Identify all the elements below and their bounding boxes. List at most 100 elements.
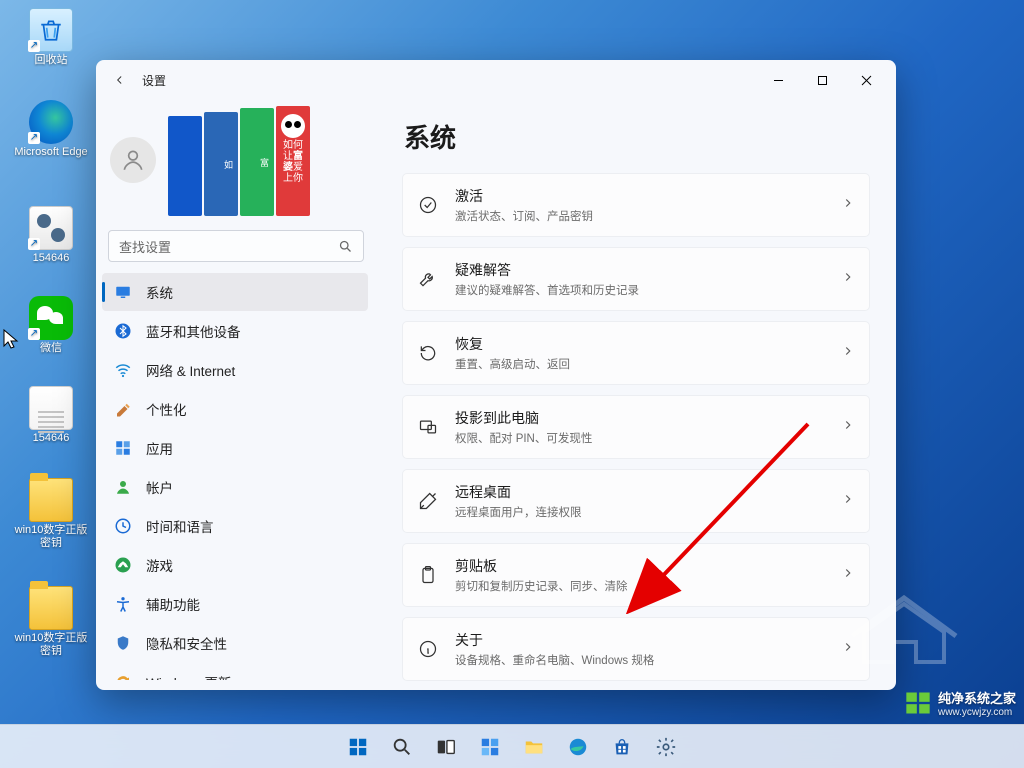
settings-card-about[interactable]: 关于 设备规格、重命名电脑、Windows 规格 [402,617,870,681]
card-text: 剪贴板 剪切和复制历史记录、同步、清除 [455,556,825,594]
settings-card-recover[interactable]: 恢复 重置、高级启动、返回 [402,321,870,385]
settings-card-project[interactable]: 投影到此电脑 权限、配对 PIN、可发现性 [402,395,870,459]
card-desc: 设备规格、重命名电脑、Windows 规格 [455,652,825,668]
nav-list: 系统蓝牙和其他设备网络 & Internet 个性化应用帐户时间和语言游戏辅助功能… [102,272,370,680]
desktop-icon-recycle-bin[interactable]: 回收站 [14,8,88,67]
edge-icon [29,100,73,144]
text-file-icon [29,386,73,430]
card-title: 关于 [455,630,825,650]
desktop-icon-edge[interactable]: Microsoft Edge [14,100,88,159]
desktop-icon-folder2[interactable]: win10数字正版密钥 [14,586,88,658]
windows-logo-icon [904,689,932,717]
sidebar-item-wifi[interactable]: 网络 & Internet [102,351,368,389]
sidebar-item-label: 隐私和安全性 [146,633,227,653]
sidebar-item-personalize[interactable]: 个性化 [102,390,368,428]
house-watermark-icon [844,592,964,672]
time-icon [114,517,132,535]
search-input[interactable]: 查找设置 [108,230,364,262]
desktop-icon-txt[interactable]: 154646 [14,386,88,445]
card-title: 剪贴板 [455,556,825,576]
watermark-title: 纯净系统之家 [938,688,1016,707]
card-title: 远程桌面 [455,482,825,502]
system-icon [114,283,132,301]
desktop-icon-folder1[interactable]: win10数字正版密钥 [14,478,88,550]
edge-button[interactable] [559,728,597,766]
chevron-right-icon [841,270,855,289]
about-icon [417,638,439,660]
desktop-icon-label: 154646 [33,432,70,445]
sidebar-item-label: 个性化 [146,399,187,419]
sidebar: 如 富 如何让富婆爱上你 查找设置 系统蓝牙和其他设备网络 & Internet… [96,100,376,690]
taskbar-search-button[interactable] [383,728,421,766]
sidebar-item-apps[interactable]: 应用 [102,429,368,467]
card-desc: 剪切和复制历史记录、同步、清除 [455,578,825,594]
card-text: 投影到此电脑 权限、配对 PIN、可发现性 [455,408,825,446]
sidebar-item-accessibility[interactable]: 辅助功能 [102,585,368,623]
sidebar-item-label: 应用 [146,438,173,458]
search-icon [338,239,353,254]
card-desc: 权限、配对 PIN、可发现性 [455,430,825,446]
watermark-badge: 纯净系统之家 www.ycwjzy.com [904,688,1016,718]
card-text: 疑难解答 建议的疑难解答、首选项和历史记录 [455,260,825,298]
chevron-right-icon [841,196,855,215]
sidebar-item-time[interactable]: 时间和语言 [102,507,368,545]
desktop-icon-label: win10数字正版密钥 [14,524,88,550]
store-button[interactable] [603,728,641,766]
titlebar[interactable]: 设置 [96,60,896,100]
card-desc: 远程桌面用户，连接权限 [455,504,825,520]
desktop-icon-label: Microsoft Edge [14,146,87,159]
card-desc: 建议的疑难解答、首选项和历史记录 [455,282,825,298]
card-title: 激活 [455,186,825,206]
sidebar-item-system[interactable]: 系统 [102,273,368,311]
settings-card-clip[interactable]: 剪贴板 剪切和复制历史记录、同步、清除 [402,543,870,607]
sidebar-item-privacy[interactable]: 隐私和安全性 [102,624,368,662]
start-button[interactable] [339,728,377,766]
sidebar-item-account[interactable]: 帐户 [102,468,368,506]
sidebar-item-label: 蓝牙和其他设备 [146,321,241,341]
apps-icon [114,439,132,457]
card-title: 恢复 [455,334,825,354]
sidebar-item-label: 时间和语言 [146,516,214,536]
sidebar-item-bluetooth[interactable]: 蓝牙和其他设备 [102,312,368,350]
settings-taskbar-button[interactable] [647,728,685,766]
project-icon [417,416,439,438]
wechat-icon [29,296,73,340]
sidebar-item-label: 帐户 [146,477,173,497]
personalize-icon [114,400,132,418]
settings-card-wrench[interactable]: 疑难解答 建议的疑难解答、首选项和历史记录 [402,247,870,311]
settings-card-check[interactable]: 激活 激活状态、订阅、产品密钥 [402,173,870,237]
widgets-button[interactable] [471,728,509,766]
sidebar-item-gaming[interactable]: 游戏 [102,546,368,584]
update-icon [114,673,132,680]
minimize-button[interactable] [756,64,800,96]
account-header[interactable]: 如 富 如何让富婆爱上你 [102,100,370,226]
recover-icon [417,342,439,364]
card-desc: 激活状态、订阅、产品密钥 [455,208,825,224]
chevron-right-icon [841,344,855,363]
file-explorer-button[interactable] [515,728,553,766]
desktop-icon-cfg[interactable]: 154646 [14,206,88,265]
card-text: 关于 设备规格、重命名电脑、Windows 规格 [455,630,825,668]
desktop-icon-label: win10数字正版密钥 [14,632,88,658]
close-button[interactable] [844,64,888,96]
chevron-right-icon [841,418,855,437]
desktop-icon-wechat[interactable]: 微信 [14,296,88,355]
chevron-right-icon [841,492,855,511]
check-icon [417,194,439,216]
chevron-right-icon [841,566,855,585]
settings-card-remote[interactable]: 远程桌面 远程桌面用户，连接权限 [402,469,870,533]
privacy-icon [114,634,132,652]
sidebar-item-update[interactable]: Windows 更新 [102,663,368,680]
remote-icon [417,490,439,512]
card-desc: 重置、高级启动、返回 [455,356,825,372]
maximize-button[interactable] [800,64,844,96]
sidebar-item-label: 系统 [146,282,173,302]
task-view-button[interactable] [427,728,465,766]
sidebar-item-label: Windows 更新 [146,672,232,680]
card-text: 远程桌面 远程桌面用户，连接权限 [455,482,825,520]
taskbar[interactable] [0,724,1024,768]
back-button[interactable] [104,64,136,96]
gaming-icon [114,556,132,574]
main-pane[interactable]: 系统 激活 激活状态、订阅、产品密钥 疑难解答 建议的疑难解答、首选项和历史记录… [376,100,896,690]
desktop-icon-label: 回收站 [35,54,68,67]
